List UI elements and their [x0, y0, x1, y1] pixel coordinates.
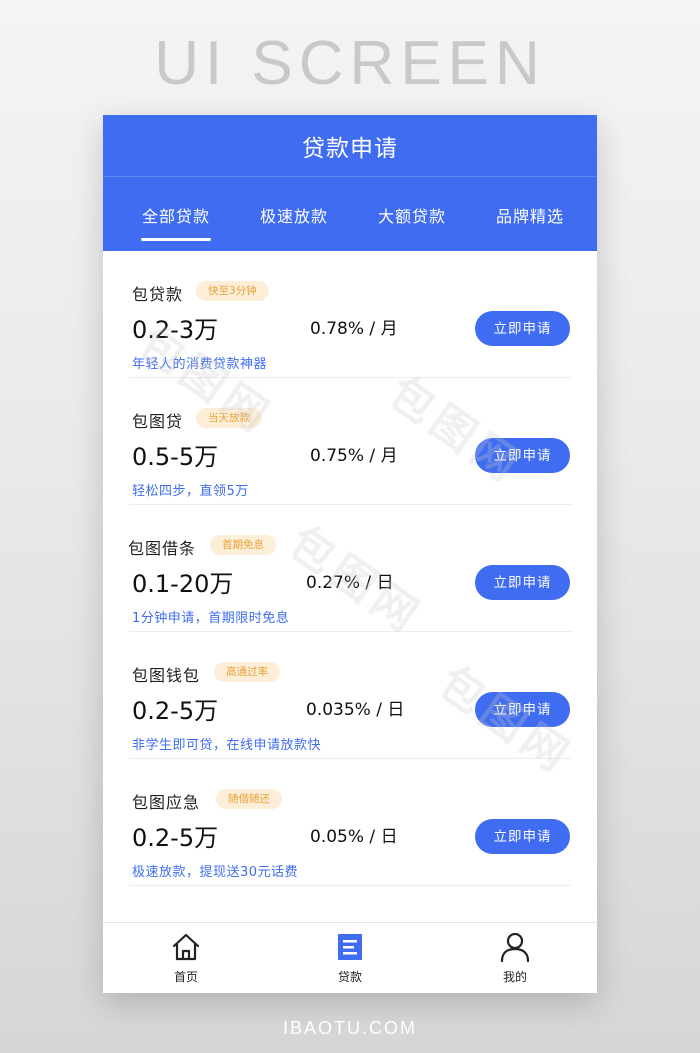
nav-label: 首页 [173, 970, 198, 984]
loan-rate: 0.05% / 日 [310, 827, 398, 847]
rate-value: 0.78% [310, 319, 365, 339]
phone-screen: 贷款申请 全部贷款 极速放款 大额贷款 品牌精选 包贷款 快至3分钟 0.2-3… [103, 115, 597, 993]
apply-now-button[interactable]: 立即申请 [475, 819, 570, 854]
rate-value: 0.035% [306, 700, 371, 720]
apply-now-button[interactable]: 立即申请 [475, 692, 570, 727]
rate-unit: 日 [387, 700, 405, 720]
nav-label: 我的 [502, 970, 527, 984]
nav-label: 贷款 [337, 970, 362, 984]
rate-unit: 日 [380, 827, 398, 847]
user-icon [500, 932, 530, 963]
page-title: 贷款申请 [302, 136, 398, 162]
loan-tag-badge: 随借随还 [216, 789, 282, 809]
active-tab-indicator [141, 238, 211, 241]
rate-unit: 日 [376, 573, 394, 593]
loan-tag-badge: 当天放款 [196, 408, 262, 428]
tab-bar: 全部贷款 极速放款 大额贷款 品牌精选 [103, 177, 597, 251]
poster-heading: UI SCREEN [154, 29, 546, 98]
loan-amount: 0.5-5万 [132, 443, 219, 471]
loan-card[interactable]: 包图借条 首期免息 0.1-20万 0.27% / 日 1分钟申请，首期限时免息… [103, 505, 597, 632]
loan-tag-badge: 首期免息 [210, 535, 276, 555]
tab-fast-loans[interactable]: 极速放款 [235, 177, 353, 251]
loan-description: 1分钟申请，首期限时免息 [132, 611, 290, 626]
nav-loans[interactable]: 贷款 [290, 923, 410, 993]
tab-all-loans[interactable]: 全部贷款 [117, 177, 235, 251]
loan-card[interactable]: 包图钱包 高通过率 0.2-5万 0.035% / 日 非学生即可贷，在线申请放… [103, 632, 597, 759]
loan-amount: 0.2-5万 [132, 824, 219, 852]
loan-card[interactable]: 包图贷 当天放款 0.5-5万 0.75% / 月 轻松四步，直领5万 立即申请 [103, 378, 597, 505]
loan-name: 包图贷 [132, 412, 184, 431]
footer-site-url: IBAOTU.COM [282, 1018, 417, 1038]
rate-value: 0.75% [310, 446, 365, 466]
rate-value: 0.27% [306, 573, 361, 593]
tab-large-loans[interactable]: 大额贷款 [353, 177, 471, 251]
tab-label: 大额贷款 [377, 207, 446, 226]
tab-label: 全部贷款 [141, 207, 210, 226]
rate-unit: 月 [380, 319, 398, 339]
nav-me[interactable]: 我的 [455, 923, 575, 993]
header-bar: 贷款申请 全部贷款 极速放款 大额贷款 品牌精选 [103, 115, 597, 251]
loan-description: 非学生即可贷，在线申请放款快 [132, 738, 322, 753]
loan-amount: 0.2-5万 [132, 697, 219, 725]
loan-name: 包图钱包 [132, 666, 201, 685]
loan-rate: 0.27% / 日 [306, 573, 394, 593]
loan-tag-badge: 快至3分钟 [196, 281, 269, 301]
loan-rate: 0.75% / 月 [310, 446, 398, 466]
tab-label: 极速放款 [259, 207, 328, 226]
apply-now-button[interactable]: 立即申请 [475, 565, 570, 600]
apply-now-button[interactable]: 立即申请 [475, 438, 570, 473]
apply-now-button[interactable]: 立即申请 [475, 311, 570, 346]
rate-value: 0.05% [310, 827, 365, 847]
loan-description: 轻松四步，直领5万 [132, 484, 249, 499]
loan-rate: 0.035% / 日 [306, 700, 405, 720]
list-icon [338, 934, 362, 960]
loan-name: 包图借条 [128, 539, 197, 558]
loan-description: 极速放款，提现送30元话费 [132, 865, 299, 880]
rate-unit: 月 [380, 446, 398, 466]
loan-rate: 0.78% / 月 [310, 319, 398, 339]
loan-description: 年轻人的消费贷款神器 [132, 357, 268, 372]
loan-tag-badge: 高通过率 [214, 662, 280, 682]
tab-label: 品牌精选 [495, 207, 564, 226]
loan-name: 包贷款 [132, 285, 184, 304]
home-icon [172, 933, 200, 961]
nav-home[interactable]: 首页 [126, 923, 246, 993]
tab-brand-picks[interactable]: 品牌精选 [471, 177, 589, 251]
loan-amount: 0.1-20万 [132, 570, 234, 598]
loan-name: 包图应急 [132, 793, 201, 812]
loan-card[interactable]: 包贷款 快至3分钟 0.2-3万 0.78% / 月 年轻人的消费贷款神器 立即… [103, 251, 597, 378]
loan-amount: 0.2-3万 [132, 316, 219, 344]
loan-card[interactable]: 包图应急 随借随还 0.2-5万 0.05% / 日 极速放款，提现送30元话费… [103, 759, 597, 886]
bottom-navigation: 首页 贷款 我的 [103, 922, 597, 993]
card-divider [129, 885, 571, 886]
